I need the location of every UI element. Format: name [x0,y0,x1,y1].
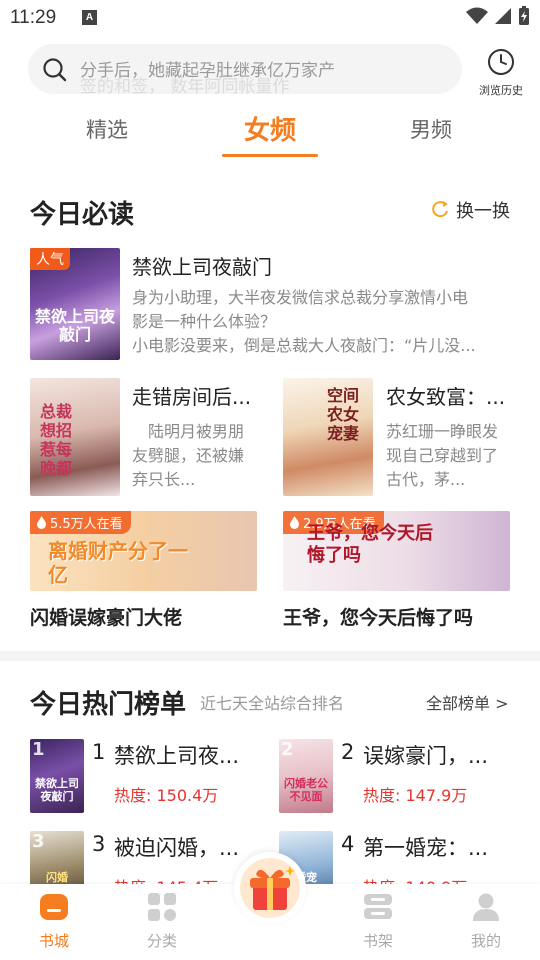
rank-heat: 热度: 147.9万 [363,786,468,805]
nav-label: 分类 [146,932,177,950]
rank-heat: 热度: 150.4万 [114,786,219,805]
refresh-icon [432,201,448,218]
hot-rank-subtitle: 近七天全站综合排名 [200,694,345,713]
rank-book-cover[interactable]: 1 禁欲上司夜敲门 [30,739,84,813]
featured-book-title[interactable]: 禁欲上司夜敲门 [132,251,272,280]
nav-bookshelf[interactable]: 书架 [338,892,418,951]
all-rankings-link[interactable]: 全部榜单 > [426,690,509,714]
search-icon [43,58,67,82]
rank-book-title[interactable]: 第一婚宠：... [363,832,488,862]
nav-category[interactable]: 分类 [122,892,202,951]
book-cover[interactable]: 总裁想招惹每晚都 [30,378,120,496]
bookshelf-icon [364,894,392,919]
rank-number-badge: 3 [32,831,45,852]
rank-number: 2 [341,740,355,764]
search-bar[interactable]: 签的和签， 数年阿同帐量作 分手后，她藏起孕肚继承亿万家产 [28,44,462,94]
gift-button[interactable] [234,852,306,924]
section-divider [0,651,540,661]
clock-icon [488,49,514,75]
featured-book-cover[interactable]: 人气 禁欲上司夜敲门 [30,248,120,360]
featured-desc-line: 身为小助理，大半夜发微信求总裁分享激情小电 [132,288,469,307]
rank-book-title[interactable]: 禁欲上司夜... [114,740,239,770]
rank-book-title[interactable]: 被迫闪婚，... [114,832,239,862]
book-desc: 苏红珊一睁眼发现自己穿越到了古代，茅... [386,422,499,489]
bookstore-icon [40,894,68,920]
rank-number: 1 [92,740,106,764]
status-icons [466,6,530,26]
viewers-badge: 5.5万人在看 [30,511,131,534]
battery-icon [519,6,529,25]
nav-label: 我的 [470,932,501,950]
rank-book-cover[interactable]: 2 闪婚老公不见面 [279,739,333,813]
nav-label: 书架 [362,932,393,950]
viewers-count: 5.5万人在看 [50,517,123,532]
tab-male[interactable]: 男频 [410,114,452,144]
book-cover[interactable]: 空间农女宠妻 [283,378,373,496]
cover-art-text: 禁欲上司夜敲门 [35,777,79,803]
browse-history-button[interactable]: 浏览历史 [470,48,532,97]
wifi-icon [466,7,488,24]
featured-desc-line: 小电影没要来，倒是总裁大人夜敲门：“片儿没... [132,336,476,355]
book-banner[interactable]: 5.5万人在看 离婚财产分了一亿 [30,511,257,591]
gift-icon [240,858,300,918]
status-time: 11:29 [10,7,57,28]
category-icon [148,893,176,921]
signal-icon [495,8,511,24]
book-title[interactable]: 走错房间后... [132,381,251,410]
tab-featured[interactable]: 精选 [86,114,128,144]
nav-bookstore[interactable]: 书城 [14,892,94,951]
flame-icon [37,516,46,529]
cover-art-text: 空间农女宠妻 [326,386,359,443]
refresh-button[interactable]: 换一换 [430,197,510,223]
rank-book-title[interactable]: 误嫁豪门，... [363,740,488,770]
book-title[interactable]: 农女致富：... [386,381,505,410]
refresh-label: 换一换 [456,201,510,222]
banner-art-text: 离婚财产分了一亿 [48,539,188,587]
profile-icon [473,893,499,921]
channel-tabs: 精选 女频 男频 [0,108,540,160]
rank-number-badge: 2 [281,739,294,760]
rank-number: 3 [92,832,106,856]
nav-label: 书城 [38,932,69,950]
featured-book-desc: 身为小助理，大半夜发微信求总裁分享激情小电 影是一种什么体验？ 小电影没要来，倒… [132,286,514,362]
book-banner[interactable]: 2.9万人在看 王爷，您今天后悔了吗 [283,511,510,591]
banner-art-text: 王爷，您今天后悔了吗 [307,523,433,566]
rank-number: 4 [341,832,355,856]
nav-profile[interactable]: 我的 [446,892,526,951]
cover-art-text: 闪婚老公不见面 [284,777,328,803]
hot-rank-title: 今日热门榜单 [30,690,187,720]
featured-desc-line: 影是一种什么体验？ [132,312,277,331]
cover-art-text: 禁欲上司夜敲门 [34,307,115,344]
history-label: 浏览历史 [479,84,523,97]
book-desc: 陆明月被男朋友劈腿，还被嫌弃只长... [132,422,245,489]
status-bar: 11:29 A [0,0,540,36]
tab-indicator [222,154,318,157]
tab-female[interactable]: 女频 [244,110,296,147]
banner-book-title[interactable]: 闪婚误嫁豪门大佬 [30,603,182,630]
cover-art-text: 总裁想招惹每晚都 [39,402,72,478]
today-read-title: 今日必读 [30,200,135,230]
banner-book-title[interactable]: 王爷，您今天后悔了吗 [283,603,473,630]
search-placeholder: 分手后，她藏起孕肚继承亿万家产 [80,61,335,81]
rank-number-badge: 1 [32,739,45,760]
popular-badge: 人气 [30,248,70,270]
flame-icon [290,516,299,529]
notification-icon: A [82,10,97,25]
cover-art-text: 闪婚 [46,871,68,884]
